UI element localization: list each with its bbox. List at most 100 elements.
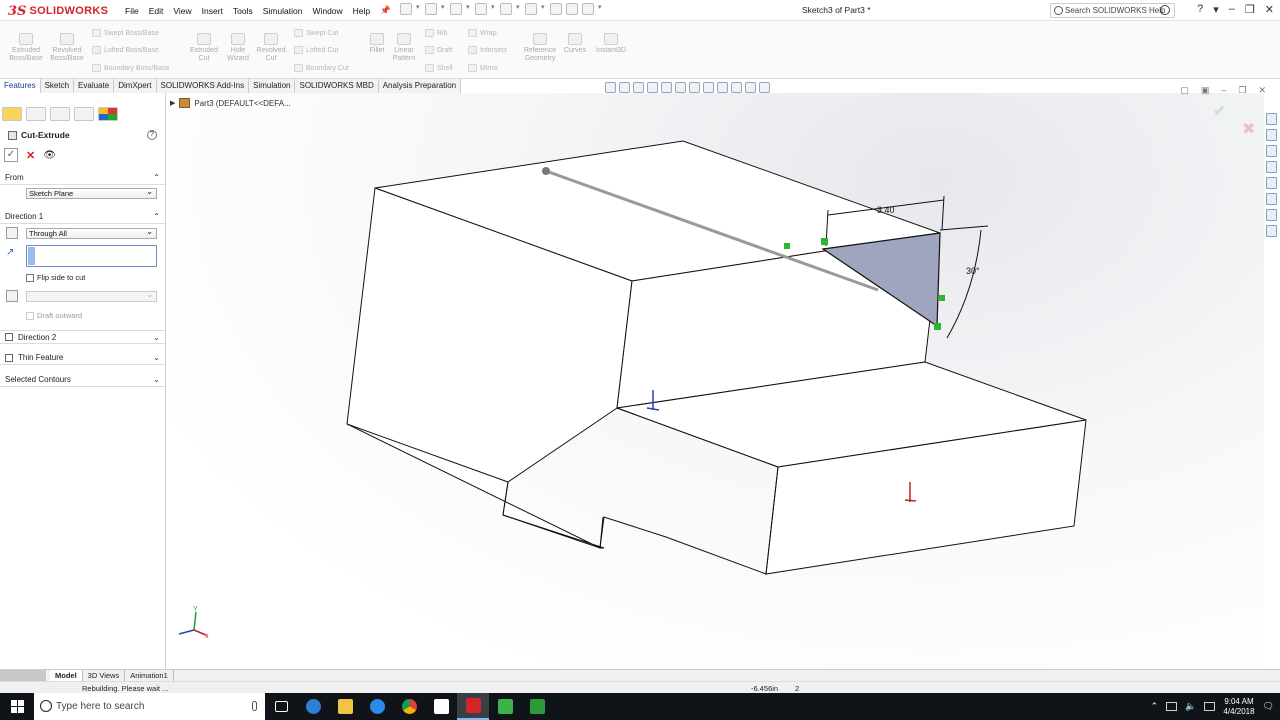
help-search-input[interactable]: Search SOLIDWORKS Help [1050,3,1175,18]
direction-of-extrusion-field[interactable] [26,245,157,267]
tab-evaluate[interactable]: Evaluate [74,79,115,93]
undo-icon[interactable] [500,3,512,15]
lofted-cut-button[interactable]: Lofted Cut [294,46,338,54]
tab-mbd[interactable]: SOLIDWORKS MBD [295,79,379,93]
menu-view[interactable]: View [168,6,196,16]
menu-insert[interactable]: Insert [197,6,228,16]
extruded-boss-button[interactable]: Extruded Boss/Base [8,33,44,63]
hide-show-icon[interactable] [703,82,714,93]
open-dropdown-icon[interactable]: ▾ [441,3,446,15]
solidworks-taskbar-button[interactable] [457,693,489,720]
property-manager-tab-icon[interactable] [26,107,46,121]
options-dropdown-icon[interactable]: ▾ [598,3,603,15]
restore-button[interactable]: ❐ [1245,3,1255,16]
custom-properties-icon[interactable] [1266,193,1277,205]
extruded-cut-button[interactable]: Extruded Cut [186,33,222,63]
save-icon[interactable] [450,3,462,15]
from-section-header[interactable]: From ⌃ [0,171,165,185]
configuration-manager-tab-icon[interactable] [50,107,70,121]
select-dropdown-icon[interactable]: ▾ [541,3,546,15]
chrome-button[interactable] [393,693,425,720]
dynamic-annotation-icon[interactable] [661,82,672,93]
checkbox-box[interactable] [26,311,34,320]
taskbar-search-input[interactable]: Type here to search [34,693,265,720]
tab-features[interactable]: Features [0,79,41,93]
boundary-cut-button[interactable]: Boundary Cut [294,64,349,72]
dimxpert-manager-tab-icon[interactable] [74,107,94,121]
print-dropdown-icon[interactable]: ▾ [491,3,496,15]
revolved-boss-button[interactable]: Revolved Boss/Base [49,33,85,63]
flyout-feature-tree[interactable]: ▶ Part3 (DEFAULT<<DEFA... [170,98,291,108]
feature-manager-tab-icon[interactable] [2,107,22,121]
end-condition-select[interactable]: Through All [26,227,157,239]
menu-help[interactable]: Help [348,6,375,16]
photos-button[interactable] [425,693,457,720]
view-settings-icon[interactable] [745,82,756,93]
edit-appearance-icon[interactable] [717,82,728,93]
lofted-boss-button[interactable]: Lofted Boss/Base [92,46,159,54]
home-icon[interactable] [1266,113,1277,125]
palette-icon[interactable] [1266,225,1277,237]
solidworks-logo[interactable]: 3S SOLIDWORKS [8,3,108,19]
revolved-cut-button[interactable]: Revolved Cut [253,33,289,63]
previous-view-icon[interactable] [633,82,644,93]
options-gear-icon[interactable] [582,3,594,15]
microphone-icon[interactable] [252,701,257,711]
thin-feature-section-header[interactable]: Thin Feature ⌄ [0,351,165,365]
help-icon[interactable]: ? [1197,3,1203,16]
intersect-button[interactable]: Intersect [468,46,507,54]
edge-button[interactable] [297,693,329,720]
boundary-boss-button[interactable]: Boundary Boss/Base [92,64,169,72]
viewport-split-icon[interactable]: ▣ [1201,85,1210,96]
swept-cut-button[interactable]: Swept Cut [294,29,338,37]
hole-wizard-button[interactable]: Hole Wizard [220,33,256,63]
tab-sketch[interactable]: Sketch [40,79,75,93]
start-button[interactable] [0,693,34,720]
user-icon[interactable]: ▾ [1213,3,1219,16]
viewport-minimize-button[interactable]: – [1221,85,1226,96]
viewport-restore-button[interactable]: ❐ [1238,85,1246,96]
clock[interactable]: 9:04 AM 4/4/2018 [1223,697,1254,717]
fillet-button[interactable]: Fillet [363,33,391,55]
flip-side-checkbox[interactable]: Flip side to cut [26,273,85,282]
file-explorer-icon[interactable] [1266,161,1277,173]
keyboard-icon[interactable] [1204,702,1216,711]
mirror-button[interactable]: Mirror [468,64,498,72]
expand-arrow-icon[interactable]: ▶ [170,99,175,107]
menu-tools[interactable]: Tools [228,6,258,16]
tab-scroll-controls[interactable] [0,669,46,682]
tab-3d-views[interactable]: 3D Views [83,669,126,682]
draft-outward-checkbox[interactable]: Draft outward [26,311,82,320]
print-icon[interactable] [475,3,487,15]
appearances-icon[interactable] [1266,177,1277,189]
open-icon[interactable] [425,3,437,15]
display-pane-icon[interactable] [759,82,770,93]
section-view-icon[interactable] [647,82,658,93]
task-view-button[interactable] [265,693,297,720]
zoom-to-fit-icon[interactable] [605,82,616,93]
instant3d-button[interactable]: Instant3D [592,33,630,55]
ie-button[interactable] [361,693,393,720]
draft-on-off-icon[interactable] [6,290,18,302]
viewport-close-button[interactable]: ✕ [1258,85,1266,96]
camtasia-button[interactable] [489,693,521,720]
draft-angle-spinner[interactable] [26,290,157,302]
apply-scene-icon[interactable] [731,82,742,93]
shell-button[interactable]: Shell [425,64,453,72]
preview-eye-icon[interactable]: 👁 [43,150,56,161]
tab-model[interactable]: Model [50,669,83,682]
view-orientation-icon[interactable] [675,82,686,93]
undo-dropdown-icon[interactable]: ▾ [516,3,521,15]
save-dropdown-icon[interactable]: ▾ [466,3,471,15]
menu-window[interactable]: Window [307,6,347,16]
display-style-icon[interactable] [689,82,700,93]
linear-pattern-button[interactable]: Linear Pattern [389,33,419,63]
network-icon[interactable] [1166,702,1178,711]
direction1-section-header[interactable]: Direction 1 ⌃ [0,210,165,224]
volume-icon[interactable]: 🔈 [1185,701,1196,712]
design-library-icon[interactable] [1266,145,1277,157]
viewport-tile-icon[interactable]: ▢ [1180,85,1189,96]
direction2-checkbox[interactable] [5,333,13,342]
new-dropdown-icon[interactable]: ▾ [416,3,421,15]
menu-file[interactable]: File [120,6,144,16]
